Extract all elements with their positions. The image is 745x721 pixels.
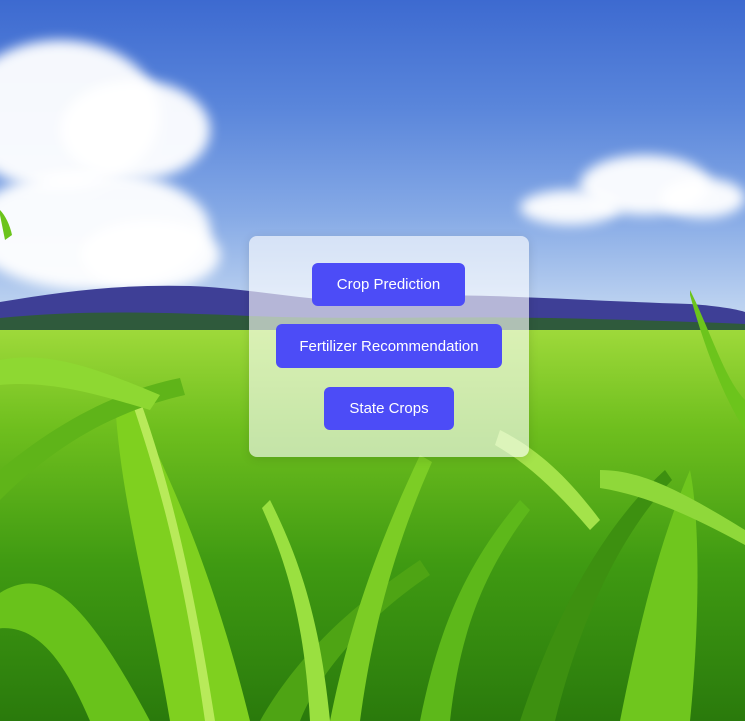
crop-prediction-button[interactable]: Crop Prediction: [312, 263, 465, 306]
background-scene: Crop Prediction Fertilizer Recommendatio…: [0, 0, 745, 721]
menu-panel: Crop Prediction Fertilizer Recommendatio…: [249, 236, 529, 457]
fertilizer-recommendation-button[interactable]: Fertilizer Recommendation: [276, 324, 502, 368]
state-crops-button[interactable]: State Crops: [324, 387, 454, 430]
